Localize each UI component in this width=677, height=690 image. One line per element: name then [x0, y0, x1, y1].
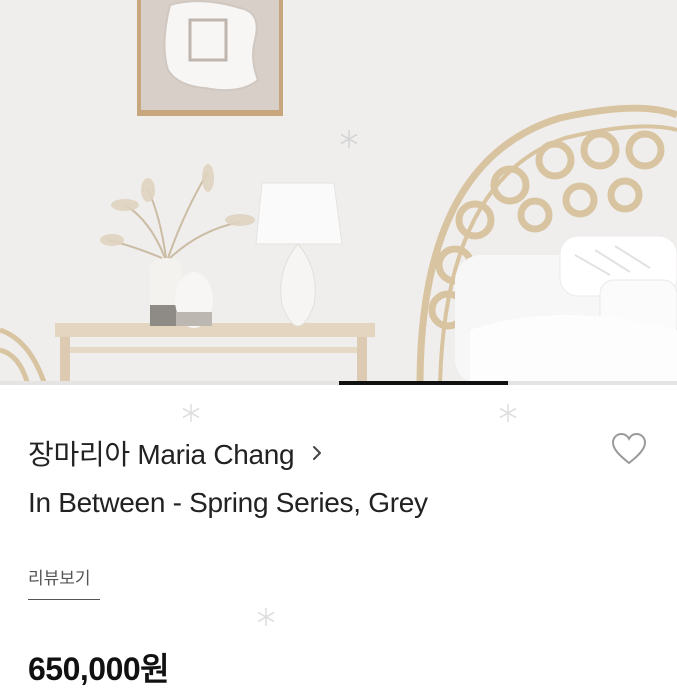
reviews-link[interactable]: 리뷰보기	[28, 564, 100, 600]
chevron-right-icon	[313, 446, 322, 460]
brand-link[interactable]: 장마리아 Maria Chang	[28, 433, 322, 473]
wall-art	[137, 0, 283, 116]
product-image[interactable]	[0, 0, 677, 385]
snowflake-icon	[257, 608, 275, 626]
product-price: 650,000원	[28, 651, 170, 687]
snowflake-icon	[499, 404, 517, 422]
product-title: In Between - Spring Series, Grey	[28, 487, 428, 518]
snowflake-icon	[182, 404, 200, 422]
heart-outline-icon[interactable]	[611, 432, 647, 466]
carousel-progress-fill	[338, 381, 508, 385]
bedding	[455, 235, 677, 385]
brand-name: 장마리아 Maria Chang	[28, 439, 295, 470]
snowflake-icon	[340, 130, 358, 148]
product-photo	[0, 0, 677, 385]
carousel-progress	[0, 381, 677, 385]
